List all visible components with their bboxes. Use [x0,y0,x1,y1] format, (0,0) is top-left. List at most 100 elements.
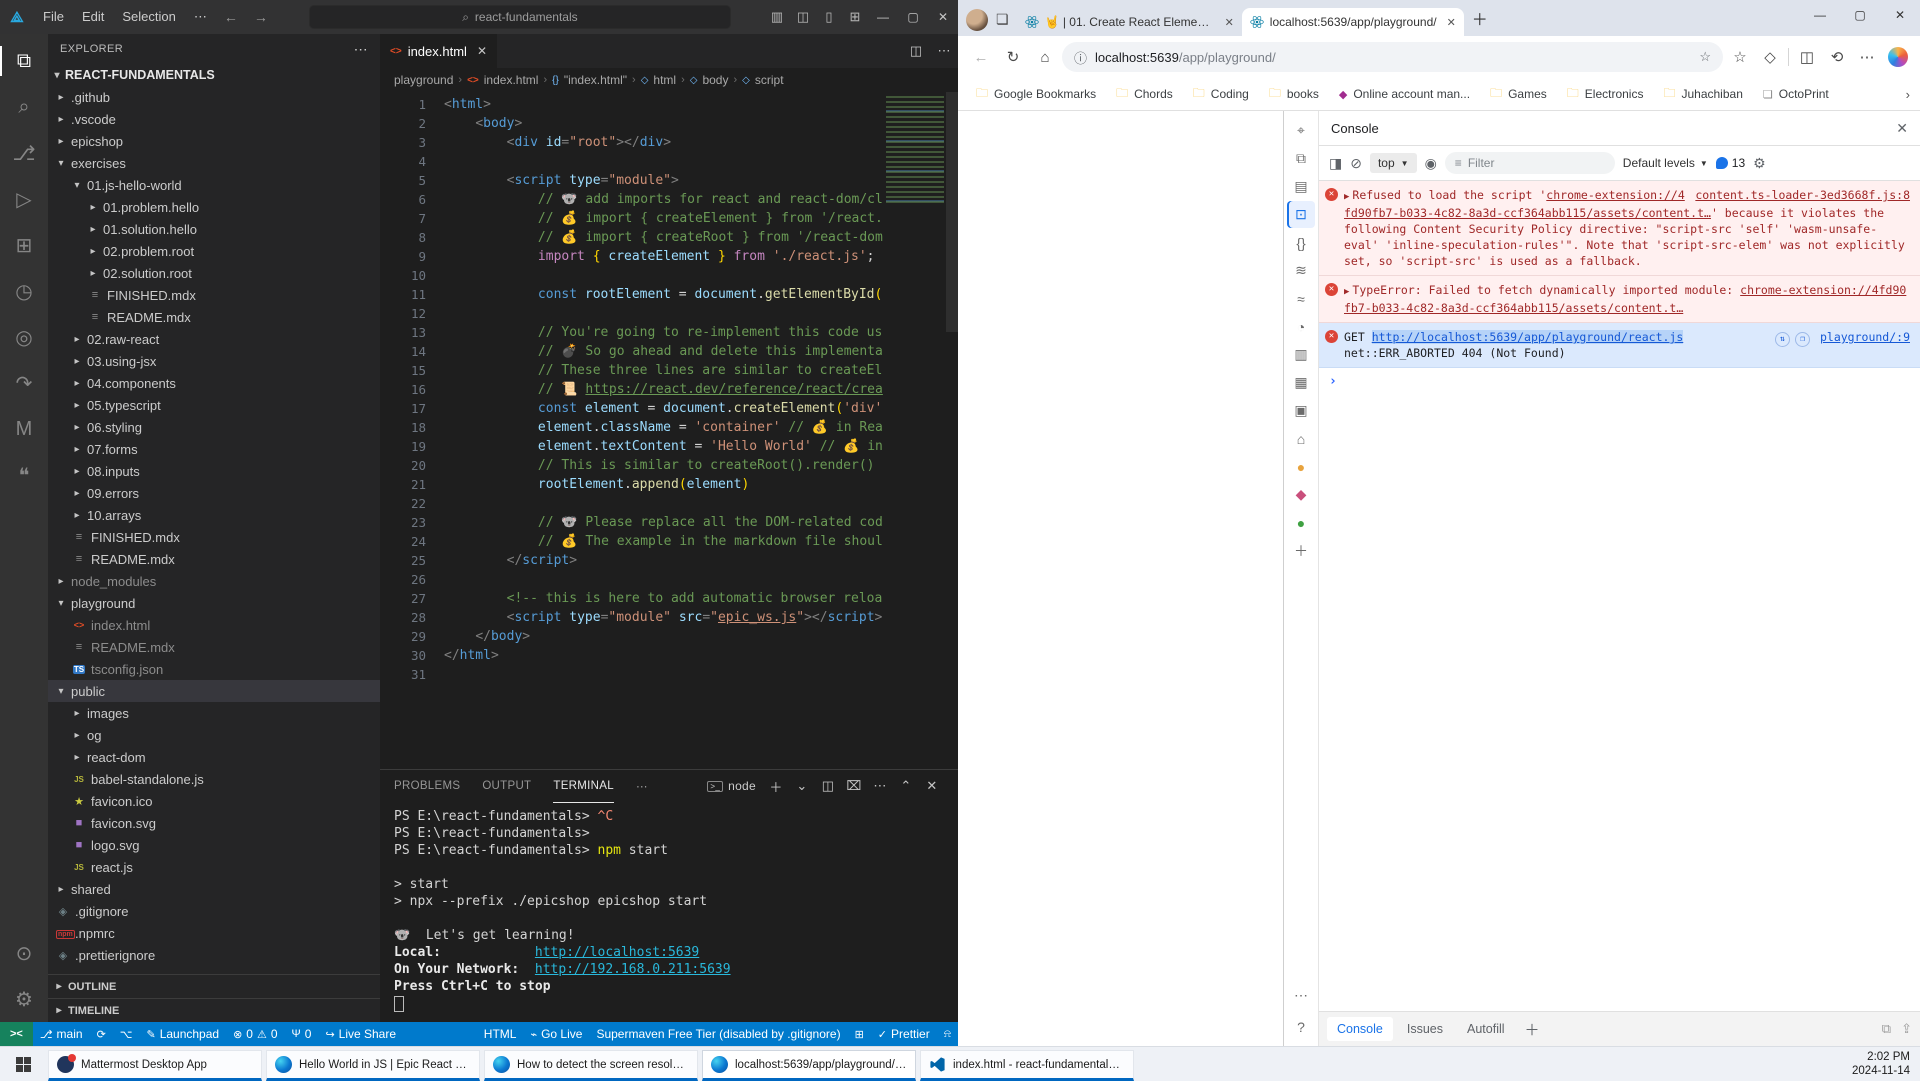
tree-item-exercises[interactable]: ▾exercises [48,152,380,174]
tree-item--gitignore[interactable]: ◈.gitignore [48,900,380,922]
console-sidebar-icon[interactable]: ◨ [1329,155,1342,172]
tree-item-07-forms[interactable]: ▸07.forms [48,438,380,460]
tree-item-01-problem-hello[interactable]: ▸01.problem.hello [48,196,380,218]
tree-item-02-problem-root[interactable]: ▸02.problem.root [48,240,380,262]
device-toolbar-icon[interactable]: ⧉ [1287,145,1315,172]
cookie-extension-icon[interactable]: ● [1287,453,1315,480]
console-settings-icon[interactable]: ⚙ [1753,155,1766,172]
status-supermaven[interactable]: Supermaven Free Tier (disabled by .gitig… [589,1022,847,1046]
home-panel-icon[interactable]: ⌂ [1287,425,1315,452]
expand-arrow-icon[interactable]: ▶ [1344,192,1349,202]
expand-arrow-icon[interactable]: ▶ [1344,287,1349,297]
panel-tab-terminal[interactable]: TERMINAL [553,770,614,803]
memory-panel-icon[interactable]: ▥ [1287,341,1315,368]
tree-item-02-solution-root[interactable]: ▸02.solution.root [48,262,380,284]
remote-indicator[interactable]: >< [0,1022,33,1046]
tree-item-10-arrays[interactable]: ▸10.arrays [48,504,380,526]
collections-icon[interactable]: ⟲ [1822,48,1852,66]
browser-tab-1[interactable]: localhost:5639/app/playground/✕ [1242,8,1464,36]
bookmark-books[interactable]: 🗀books [1261,81,1327,108]
minimap[interactable] [886,96,944,206]
clear-console-icon[interactable]: ⊘ [1350,155,1362,172]
network-conditions-icon[interactable]: ≈ [1287,285,1315,312]
dock-icon[interactable]: ⧉ [1882,1021,1891,1037]
layout-icon-1[interactable]: ◫ [790,9,816,25]
extension-icon[interactable]: ◆ [1287,481,1315,508]
tab-index-html[interactable]: <> index.html ✕ [380,34,498,68]
tree-item--npmrc[interactable]: npm.npmrc [48,922,380,944]
new-tab-button[interactable]: ＋ [1472,6,1488,30]
bookmark-coding[interactable]: 🗀Coding [1185,81,1257,108]
taskbar-button-3[interactable]: localhost:5639/app/playground/ a... [702,1050,916,1081]
breadcrumb-item[interactable]: playground [394,73,453,87]
export-icon[interactable]: ⇪ [1901,1021,1912,1037]
maximize-panel-icon[interactable]: ⌃ [894,778,918,794]
layout-icon-3[interactable]: ⊞ [842,9,868,25]
console-error-1[interactable]: ✕▶TypeError: Failed to fetch dynamically… [1319,276,1920,323]
close-button[interactable]: ✕ [928,10,958,24]
bookmark-google-bookmarks[interactable]: 🗀Google Bookmarks [968,81,1104,108]
more-icon[interactable]: ⋯ [1287,982,1315,1009]
console-filter-input[interactable]: ≡ Filter [1445,152,1615,174]
status-live-share[interactable]: ↪Live Share [318,1022,403,1046]
page-content[interactable] [958,111,1283,1046]
bookmarks-overflow-icon[interactable]: › [1906,87,1910,102]
breadcrumb-item[interactable]: html [653,73,676,87]
tree-item-05-typescript[interactable]: ▸05.typescript [48,394,380,416]
breadcrumb[interactable]: playground›<>index.html›{}"index.html"›◇… [380,68,958,92]
code-editor[interactable]: 1<html>2 <body>3 <div id="root"></div>45… [380,92,958,769]
bookmark-juhachiban[interactable]: 🗀Juhachiban [1655,81,1750,108]
console-network-error[interactable]: ✕playground/:9⇅❐GET http://localhost:563… [1319,323,1920,368]
taskbar-button-1[interactable]: Hello World in JS | Epic React by K... [266,1050,480,1081]
favorite-star-icon[interactable]: ☆ [1699,49,1711,65]
tree-item-og[interactable]: ▸og [48,724,380,746]
tree-item-logo-svg[interactable]: ■logo.svg [48,834,380,856]
tree-item-README-mdx[interactable]: ≡README.mdx [48,306,380,328]
message-source-link[interactable]: playground/:9 [1820,329,1910,345]
menu-file[interactable]: File [34,9,73,24]
console-panel-icon[interactable]: ⊡ [1287,201,1315,228]
section-timeline[interactable]: ▸TIMELINE [48,998,380,1022]
terminal-output[interactable]: PS E:\react-fundamentals> ^CPS E:\react-… [380,802,958,1022]
drawer-tab-autofill[interactable]: Autofill [1457,1017,1515,1041]
panel-tab-problems[interactable]: PROBLEMS [394,770,460,803]
message-source-link[interactable]: content.ts-loader-3ed3668f.js:8 [1695,187,1910,203]
terminal-dropdown-icon[interactable]: ⌄ [790,778,814,794]
tree-item-03-using-jsx[interactable]: ▸03.using-jsx [48,350,380,372]
tab-close-icon[interactable]: ✕ [477,44,487,58]
console-prompt[interactable]: › [1319,368,1920,396]
tree-item-index-html[interactable]: <>index.html [48,614,380,636]
status-ports[interactable]: Ψ0 [285,1022,319,1046]
section-outline[interactable]: ▸OUTLINE [48,974,380,998]
panel-tab-output[interactable]: OUTPUT [482,770,531,803]
refresh-icon[interactable]: ↻ [998,48,1028,66]
status-errors[interactable]: ⊗0⚠0 [226,1022,284,1046]
split-editor-icon[interactable]: ◫ [902,43,930,59]
layout-icon-2[interactable]: ▯ [816,9,842,25]
essentials-icon[interactable]: ◇ [1755,48,1785,66]
editor-scrollbar[interactable] [946,92,958,332]
more-icon[interactable]: ⋯ [1852,48,1882,66]
tree-item-tsconfig-json[interactable]: TStsconfig.json [48,658,380,680]
layout-icon-0[interactable]: ▥ [764,9,790,25]
browser-tab-0[interactable]: 🤘 | 01. Create React Elements | 0✕ [1017,8,1242,36]
menu-selection[interactable]: Selection [113,9,184,24]
search-icon[interactable]: ⌕ [0,84,48,130]
profile-avatar[interactable] [966,9,988,31]
bookmark-online-account-man---[interactable]: ◆Online account man... [1331,84,1478,104]
split-screen-icon[interactable]: ◫ [1792,48,1822,66]
back-icon[interactable]: ← [966,49,996,66]
breadcrumb-item[interactable]: script [755,73,784,87]
menu-more[interactable]: ⋯ [185,9,216,24]
tree-item-06-styling[interactable]: ▸06.styling [48,416,380,438]
browser-maximize-button[interactable]: ▢ [1840,0,1880,30]
tree-item-FINISHED-mdx[interactable]: ≡FINISHED.mdx [48,526,380,548]
split-terminal-icon[interactable]: ◫ [816,778,840,794]
taskbar-button-4[interactable]: index.html - react-fundamentals -... [920,1050,1134,1081]
drawer-tab-console[interactable]: Console [1327,1017,1393,1041]
run-debug-icon[interactable]: ▷ [0,176,48,222]
network-panel-icon[interactable]: ≋ [1287,257,1315,284]
breadcrumb-item[interactable]: index.html [484,73,539,87]
explorer-more-icon[interactable]: ⋯ [354,41,368,58]
close-panel-icon[interactable]: ✕ [920,778,944,794]
